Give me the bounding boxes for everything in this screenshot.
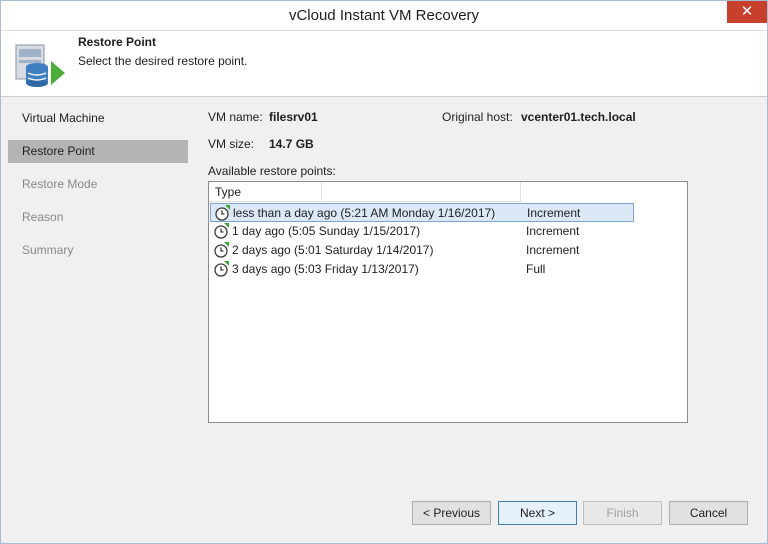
title-bar: vCloud Instant VM Recovery ✕: [1, 1, 767, 31]
restore-point-row[interactable]: 2 days ago (5:01 Saturday 1/14/2017) Inc…: [210, 241, 634, 260]
dialog-window: vCloud Instant VM Recovery ✕ Restore Poi…: [0, 0, 768, 544]
page-title: Restore Point: [78, 35, 157, 49]
column-header-type[interactable]: Type: [209, 182, 322, 202]
row-type: Increment: [526, 243, 580, 257]
step-virtual-machine[interactable]: Virtual Machine: [8, 107, 188, 130]
restore-point-clock-icon: [214, 242, 229, 258]
step-restore-point[interactable]: Restore Point: [8, 140, 188, 163]
wizard-steps: Virtual Machine Restore Point Restore Mo…: [8, 101, 188, 491]
original-host-value: vcenter01.tech.local: [521, 110, 636, 124]
page-subtitle: Select the desired restore point.: [78, 54, 248, 68]
original-host-label: Original host:: [442, 110, 513, 124]
restore-point-clock-icon: [215, 205, 230, 221]
row-created: 2 days ago (5:01 Saturday 1/14/2017): [232, 243, 434, 257]
close-button[interactable]: ✕: [727, 1, 767, 23]
row-created: 1 day ago (5:05 Sunday 1/15/2017): [232, 224, 421, 238]
previous-button[interactable]: < Previous: [412, 501, 491, 525]
window-title: vCloud Instant VM Recovery: [288, 7, 480, 24]
restore-points-list[interactable]: Created Type less than a day ago (5:21 A…: [208, 181, 688, 423]
step-reason[interactable]: Reason: [8, 206, 188, 229]
wizard-header: Restore Point Select the desired restore…: [1, 31, 767, 97]
vm-name-label: VM name:: [208, 110, 263, 124]
restore-wizard-icon: [15, 44, 65, 87]
restore-point-row[interactable]: 3 days ago (5:03 Friday 1/13/2017) Full: [210, 260, 634, 279]
step-summary[interactable]: Summary: [8, 239, 188, 262]
step-restore-mode[interactable]: Restore Mode: [8, 173, 188, 196]
row-created: 3 days ago (5:03 Friday 1/13/2017): [232, 262, 419, 276]
row-type: Full: [526, 262, 546, 276]
restore-points-label: Available restore points:: [208, 164, 336, 178]
finish-button[interactable]: Finish: [583, 501, 662, 525]
restore-point-clock-icon: [214, 223, 229, 239]
next-button[interactable]: Next >: [498, 501, 577, 525]
restore-point-row[interactable]: less than a day ago (5:21 AM Monday 1/16…: [210, 203, 634, 222]
restore-point-row[interactable]: 1 day ago (5:05 Sunday 1/15/2017) Increm…: [210, 222, 634, 241]
restore-point-clock-icon: [214, 261, 229, 277]
vm-size-value: 14.7 GB: [269, 137, 314, 151]
row-type: Increment: [527, 206, 581, 220]
row-created: less than a day ago (5:21 AM Monday 1/16…: [233, 206, 496, 220]
vm-size-label: VM size:: [208, 137, 255, 151]
cancel-button[interactable]: Cancel: [669, 501, 748, 525]
vm-name-value: filesrv01: [269, 110, 318, 124]
row-type: Increment: [526, 224, 580, 238]
